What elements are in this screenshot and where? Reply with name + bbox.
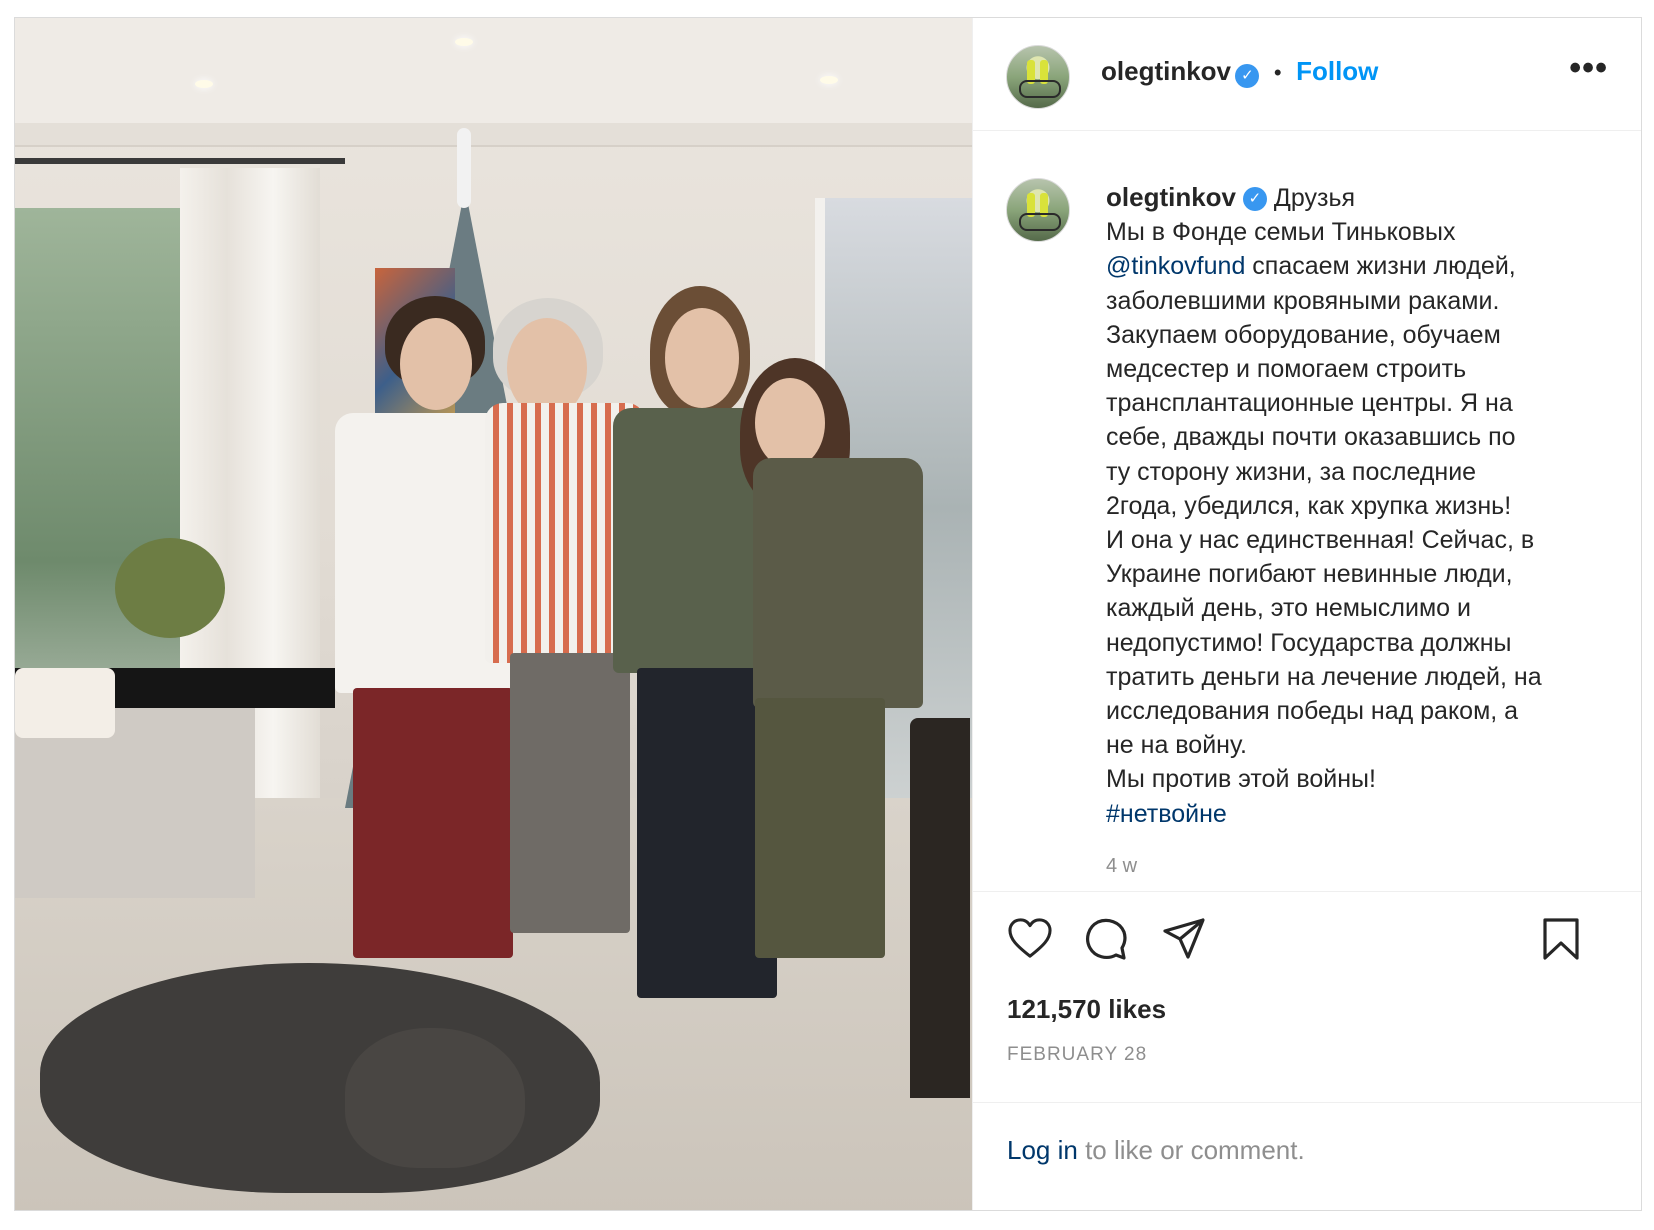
header-separator: • bbox=[1273, 60, 1282, 85]
caption-line: Закупаем оборудование, обучаем bbox=[1106, 320, 1501, 349]
photo-candle bbox=[15, 668, 115, 738]
bike-icon bbox=[1019, 213, 1061, 231]
ceiling-light bbox=[455, 38, 473, 46]
post-caption: olegtinkov ✓ Друзья Мы в Фонде семьи Тин… bbox=[973, 130, 1641, 955]
post-side-panel: olegtinkov ✓ • Follow ••• olegtinkov ✓ Д… bbox=[972, 18, 1641, 1210]
caption-line: Украине погибают невинные люди, bbox=[1106, 560, 1513, 589]
post-photo[interactable] bbox=[15, 18, 972, 1210]
caption-text: olegtinkov ✓ Друзья Мы в Фонде семьи Тин… bbox=[1106, 180, 1606, 831]
caption-line: Мы против этой войны! bbox=[1106, 765, 1376, 794]
likes-count[interactable]: 121,570 likes bbox=[1007, 994, 1166, 1025]
caption-line: И она у нас единственная! Сейчас, в bbox=[1106, 526, 1535, 555]
comment-icon[interactable] bbox=[1084, 917, 1128, 966]
caption-line: трансплантационные центры. Я на bbox=[1106, 389, 1513, 418]
avatar[interactable] bbox=[1006, 45, 1070, 109]
heart-icon[interactable] bbox=[1007, 917, 1053, 964]
caption-line: тратить деньги на лечение людей, на bbox=[1106, 662, 1542, 691]
bike-icon bbox=[1019, 80, 1061, 98]
caption-line: Мы в Фонде семьи Тиньковых bbox=[1106, 218, 1456, 247]
post-header: olegtinkov ✓ • Follow ••• bbox=[973, 18, 1641, 131]
follow-button[interactable]: Follow bbox=[1296, 56, 1378, 86]
caption-line: каждый день, это немыслимо и bbox=[1106, 594, 1471, 623]
caption-avatar[interactable] bbox=[1006, 178, 1070, 242]
time-ago[interactable]: 4 w bbox=[1106, 855, 1137, 878]
photo-dining-chair bbox=[910, 718, 970, 1098]
caption-line: 2года, убедился, как хрупка жизнь! bbox=[1106, 491, 1512, 520]
photo-curtain-rod bbox=[15, 158, 345, 164]
ceiling-light bbox=[820, 76, 838, 84]
more-options-icon[interactable]: ••• bbox=[1569, 51, 1608, 85]
caption-line: медсестер и помогаем строить bbox=[1106, 355, 1467, 384]
bookmark-icon[interactable] bbox=[1542, 917, 1580, 966]
photo-tree-topper bbox=[457, 128, 471, 208]
caption-line: себе, дважды почти оказавшись по bbox=[1106, 423, 1516, 452]
photo-cornice bbox=[15, 123, 972, 147]
instagram-post: olegtinkov ✓ • Follow ••• olegtinkov ✓ Д… bbox=[14, 17, 1642, 1211]
verified-badge-icon: ✓ bbox=[1242, 187, 1267, 212]
caption-line-with-mention: @tinkovfund спасаем жизни людей, bbox=[1106, 252, 1516, 281]
photo-dog-head bbox=[345, 1028, 525, 1168]
verified-badge-icon: ✓ bbox=[1235, 63, 1260, 88]
caption-line: не на войну. bbox=[1106, 731, 1247, 760]
caption-line: ту сторону жизни, за последние bbox=[1106, 457, 1477, 486]
caption-line: недопустимо! Государства должны bbox=[1106, 628, 1512, 657]
login-text: Log in to like or comment. bbox=[1007, 1135, 1305, 1166]
photo-plant bbox=[115, 538, 225, 638]
ceiling-light bbox=[195, 80, 213, 88]
hashtag-link[interactable]: #нетвойне bbox=[1106, 797, 1606, 831]
post-date: FEBRUARY 28 bbox=[1007, 1044, 1148, 1065]
login-prompt: Log in to like or comment. bbox=[973, 1102, 1641, 1203]
paper-plane-icon[interactable] bbox=[1162, 917, 1206, 966]
caption-line: заболевшими кровяными раками. bbox=[1106, 286, 1500, 315]
caption-username[interactable]: olegtinkov bbox=[1106, 182, 1236, 212]
mention-link[interactable]: @tinkovfund bbox=[1106, 252, 1245, 280]
header-user-row: olegtinkov ✓ • Follow bbox=[1101, 56, 1378, 88]
caption-line: исследования победы над раком, а bbox=[1106, 697, 1519, 726]
login-link[interactable]: Log in bbox=[1007, 1135, 1078, 1165]
header-username[interactable]: olegtinkov bbox=[1101, 56, 1231, 86]
post-actions: 121,570 likes FEBRUARY 28 Log in to like… bbox=[973, 891, 1641, 1203]
caption-first-line: olegtinkov ✓ Друзья bbox=[1106, 180, 1606, 215]
caption-first-word: Друзья bbox=[1273, 184, 1356, 212]
login-rest-text: to like or comment. bbox=[1085, 1135, 1305, 1165]
